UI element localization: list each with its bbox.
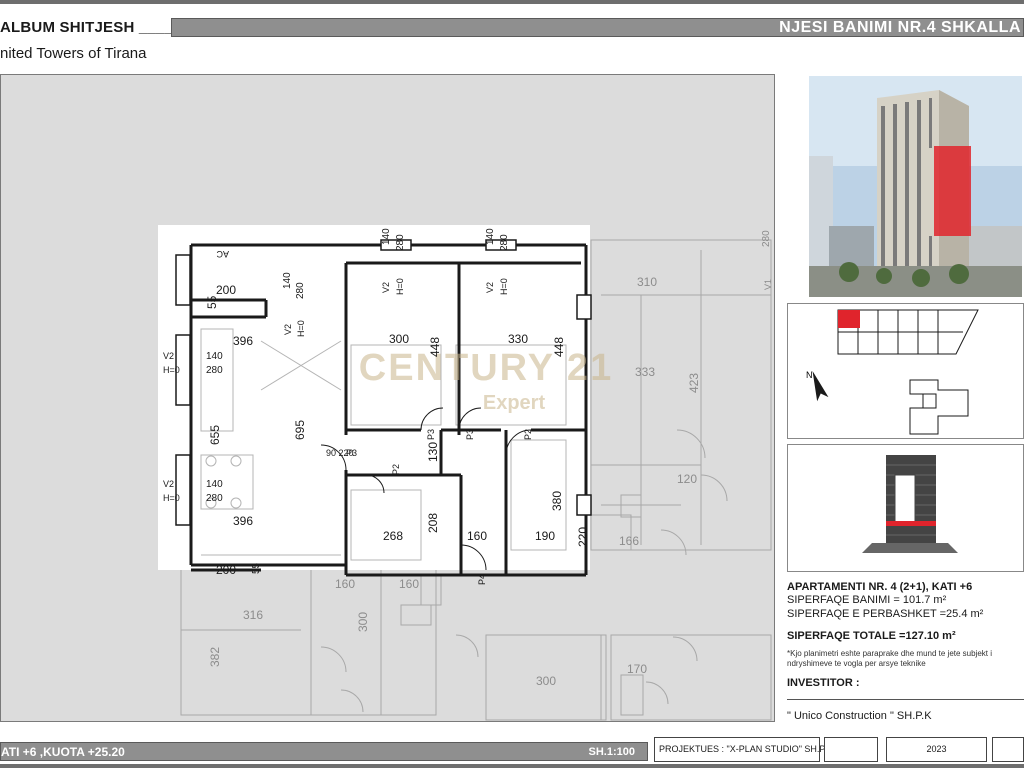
dim-label: 130 [426,442,440,462]
common-area: SIPERFAQE E PERBASHKET =25.4 m² [787,608,984,620]
investor-label: INVESTITOR : [787,677,860,689]
disclaimer-note: *Kjo planimetri eshte paraprake dhe mund… [787,649,993,668]
investor-name: " Unico Construction " SH.P.K [787,710,932,722]
floor-plan-panel: CENTURY 21 Expert 200 55 396 396 655 695… [0,74,775,722]
floor-plan-drawing: CENTURY 21 Expert 200 55 396 396 655 695… [158,225,773,721]
dim-label: 316 [243,608,263,622]
dim-label: 300 [356,612,370,632]
dim-label: 55 [251,562,262,574]
door-type-label: P3 [426,429,436,440]
dim-label: 170 [627,662,647,676]
floor-info-bar: ATI +6 ,KUOTA +25.20 SH.1:100 [0,742,648,761]
window-height-label: H=0 [296,320,306,337]
dim-label: 695 [293,420,307,440]
unit-highlight [838,310,860,328]
dim-label: 380 [550,491,564,511]
dim-label: 160 [467,529,487,543]
dim-label: 310 [637,275,657,289]
window-type-label: V2 [485,282,495,293]
dim-label: 208 [426,513,440,533]
key-plan-panel: N [787,303,1024,439]
floor-highlight [886,521,936,526]
door-type-label: P2 [391,464,401,475]
dim-label: 300 [389,332,409,346]
dim-label: 268 [383,529,403,543]
ac-label: AC [216,249,229,259]
dim-label: 300 [536,674,556,688]
unit-title: NJESI BANIMI NR.4 SHKALLA [779,19,1021,36]
door-size-label: 90 220 [326,448,354,458]
door-type-label: P2 [523,429,533,440]
sheet-cell [992,737,1024,762]
door-type-label: P3 [465,429,475,440]
dim-label: 140 [485,228,496,245]
dim-label: 140 [206,479,223,490]
dim-label: 330 [508,332,528,346]
window-height-label: H=0 [163,493,180,503]
watermark-subtext: Expert [483,392,546,414]
album-title: ALBUM SHITJESH ____ [0,19,174,36]
dim-label: 423 [687,373,701,393]
living-area: SIPERFAQE BANIMI = 101.7 m² [787,594,947,606]
unit-title-bar: NJESI BANIMI NR.4 SHKALLA [171,18,1024,37]
year-cell: 2023 [886,737,987,762]
door-type-label: P4 [477,574,487,585]
apartment-info: APARTAMENTI NR. 4 (2+1), KATI +6 SIPERFA… [787,581,1024,722]
apartment-title: APARTAMENTI NR. 4 (2+1), KATI +6 [787,581,973,593]
drawing-scale: SH.1:100 [588,746,635,758]
building-section-drawing [862,455,958,553]
window-type-label: V2 [163,351,174,361]
dim-label: 220 [576,527,590,547]
window-height-label: H=0 [163,365,180,375]
north-label: N [806,370,813,380]
total-area: SIPERFAQE TOTALE =127.10 m² [787,630,956,642]
dim-label: 382 [208,647,222,667]
floor-level: ATI +6 ,KUOTA +25.20 [1,745,125,759]
dim-label: 655 [208,425,222,445]
dim-label: 280 [206,365,223,376]
dim-label: 120 [677,472,697,486]
window-type-label: V1 [763,279,773,290]
dim-label: 280 [395,234,406,251]
dim-label: 166 [619,534,639,548]
dim-label: 140 [381,228,392,245]
project-year: 2023 [926,744,947,754]
investor-divider [787,699,1024,700]
stamp-cell [824,737,878,762]
dim-label: 160 [399,577,419,591]
key-plan-drawing: N [806,309,979,435]
dim-label: 280 [499,234,510,251]
window-type-label: V2 [163,479,174,489]
dim-label: 280 [761,230,772,247]
dim-label: 140 [206,351,223,362]
dim-label: 448 [428,337,442,357]
dim-label: 140 [282,272,293,289]
dim-label: 396 [233,334,253,348]
window-type-label: V2 [283,324,293,335]
dim-label: 280 [206,493,223,504]
dim-label: 160 [335,577,355,591]
building-render [809,76,1022,297]
top-border-line [0,0,1024,4]
bottom-border-line [0,764,1024,768]
window-type-label: V2 [381,282,391,293]
dim-label: 396 [233,514,253,528]
dim-label: 280 [295,282,306,299]
dim-label: 333 [635,365,655,379]
window-height-label: H=0 [395,278,405,295]
designer-cell: PROJEKTUES : "X-PLAN STUDIO" SH.P.K [654,737,833,762]
watermark-text: CENTURY 21 [359,347,613,389]
dim-label: 55 [205,295,219,309]
dim-label: 190 [535,529,555,543]
dim-label: 200 [216,283,236,297]
project-name: nited Towers of Tirana [0,45,147,62]
building-section-panel [787,444,1024,572]
window-height-label: H=0 [499,278,509,295]
designer-name: PROJEKTUES : "X-PLAN STUDIO" SH.P.K [659,744,833,754]
building-render-image [809,76,1022,297]
dim-label: 200 [216,563,236,577]
dim-label: 448 [552,337,566,357]
